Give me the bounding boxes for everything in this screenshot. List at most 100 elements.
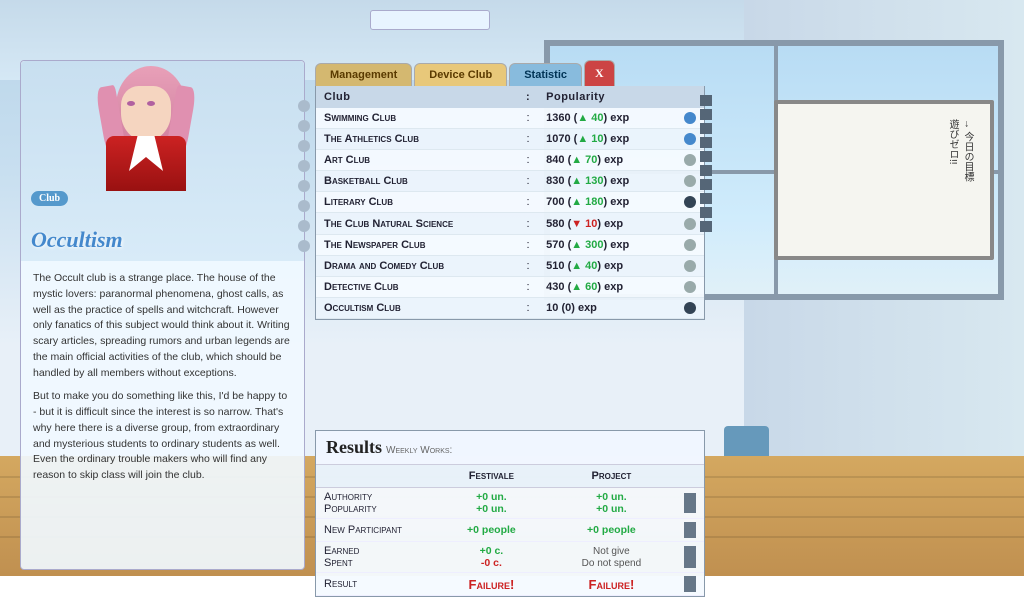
description-text: The Occult club is a strange place. The … — [21, 261, 304, 494]
popularity-cell: 510 (▲ 40) exp — [538, 255, 676, 276]
nav-dot[interactable] — [298, 120, 310, 132]
col-side — [676, 465, 704, 488]
results-header: Results Weekly Works: — [316, 431, 704, 465]
table-row[interactable]: Swimming Club : 1360 (▲ 40) exp — [316, 108, 704, 129]
side-rect — [700, 95, 712, 106]
separator-cell: : — [518, 171, 538, 192]
table-row[interactable]: The Athletics Club : 1070 (▲ 10) exp — [316, 129, 704, 150]
col-header-festivale: Festivale — [436, 465, 547, 488]
separator-cell: : — [518, 234, 538, 255]
project-participant: +0 people — [547, 519, 676, 542]
authority-label: AuthorityPopularity — [316, 488, 436, 519]
table-row[interactable]: Basketball Club : 830 (▲ 130) exp — [316, 171, 704, 192]
dot-cell — [676, 276, 704, 297]
table-row[interactable]: Drama and Comedy Club : 510 (▲ 40) exp — [316, 255, 704, 276]
club-name-cell: Literary Club — [316, 192, 518, 213]
festivale-participant: +0 people — [436, 519, 547, 542]
nav-dot[interactable] — [298, 160, 310, 172]
results-title: Results — [326, 437, 382, 457]
side-rect — [700, 193, 712, 204]
popularity-cell: 430 (▲ 60) exp — [538, 276, 676, 297]
side-rect — [700, 179, 712, 190]
results-row-authority: AuthorityPopularity +0 un. +0 un. +0 un.… — [316, 488, 704, 519]
whiteboard-text: → 今日の目標 遊びゼロ!! — [945, 119, 975, 182]
separator-cell: : — [518, 150, 538, 171]
club-name-cell: Occultism Club — [316, 297, 518, 318]
table-row[interactable]: Detective Club : 430 (▲ 60) exp — [316, 276, 704, 297]
nav-dot[interactable] — [298, 200, 310, 212]
separator-cell: : — [518, 192, 538, 213]
popularity-cell: 580 (▼ 10) exp — [538, 213, 676, 234]
col-header-project: Project — [547, 465, 676, 488]
tab-bar: Management Device Club Statistic X — [315, 60, 705, 86]
results-header-row: Festivale Project — [316, 465, 704, 488]
popularity-cell: 700 (▲ 180) exp — [538, 192, 676, 213]
results-subtitle: Weekly Works: — [386, 445, 452, 456]
col-header-popularity: Popularity — [538, 86, 676, 108]
dot-cell — [676, 234, 704, 255]
club-name-cell: The Newspaper Club — [316, 234, 518, 255]
description-para-1: The Occult club is a strange place. The … — [33, 271, 292, 381]
separator-cell: : — [518, 276, 538, 297]
club-name-cell: Basketball Club — [316, 171, 518, 192]
nav-dot[interactable] — [298, 220, 310, 232]
nav-dot[interactable] — [298, 100, 310, 112]
left-panel: Club Occultism The Occult club is a stra… — [20, 60, 305, 570]
dot-cell — [676, 297, 704, 318]
club-name-cell: The Athletics Club — [316, 129, 518, 150]
nav-dot[interactable] — [298, 180, 310, 192]
popularity-cell: 10 (0) exp — [538, 297, 676, 318]
popularity-cell: 1070 (▲ 10) exp — [538, 129, 676, 150]
col-header-club: Club — [316, 86, 518, 108]
side-rect — [700, 151, 712, 162]
club-name-cell: Swimming Club — [316, 108, 518, 129]
separator-cell: : — [518, 108, 538, 129]
results-row-participant: New Participant +0 people +0 people — [316, 519, 704, 542]
project-authority: +0 un. +0 un. — [547, 488, 676, 519]
tab-device-club[interactable]: Device Club — [414, 63, 507, 86]
club-table: Club : Popularity Swimming Club : 1360 (… — [316, 86, 704, 319]
description-para-2: But to make you do something like this, … — [33, 389, 292, 484]
ceiling-light — [370, 10, 490, 30]
character-name: Occultism — [31, 227, 123, 253]
nav-dot[interactable] — [298, 240, 310, 252]
table-row[interactable]: Literary Club : 700 (▲ 180) exp — [316, 192, 704, 213]
tab-management[interactable]: Management — [315, 63, 412, 86]
tab-statistic[interactable]: Statistic — [509, 63, 582, 86]
side-rect — [700, 207, 712, 218]
side-rect — [700, 137, 712, 148]
results-panel: Results Weekly Works: Festivale Project … — [315, 430, 705, 597]
separator-cell: : — [518, 297, 538, 318]
side-rect — [700, 221, 712, 232]
festivale-earned: +0 c. -0 c. — [436, 542, 547, 573]
tab-close[interactable]: X — [584, 60, 615, 86]
project-earned: Not give Do not spend — [547, 542, 676, 573]
earned-label: EarnedSpent — [316, 542, 436, 573]
separator-cell: : — [518, 213, 538, 234]
popularity-cell: 840 (▲ 70) exp — [538, 150, 676, 171]
table-header-row: Club : Popularity — [316, 86, 704, 108]
character-area: Club Occultism — [21, 61, 304, 261]
main-panel: Management Device Club Statistic X Club … — [315, 60, 705, 320]
side-indicators — [700, 95, 712, 232]
results-table: Festivale Project AuthorityPopularity +0… — [316, 465, 704, 596]
nav-dot[interactable] — [298, 140, 310, 152]
table-row[interactable]: Art Club : 840 (▲ 70) exp — [316, 150, 704, 171]
dot-cell — [676, 255, 704, 276]
table-row[interactable]: The Newspaper Club : 570 (▲ 300) exp — [316, 234, 704, 255]
festivale-authority: +0 un. +0 un. — [436, 488, 547, 519]
side-rect — [700, 123, 712, 134]
club-name-cell: The Club Natural Science — [316, 213, 518, 234]
whiteboard: → 今日の目標 遊びゼロ!! — [774, 100, 994, 260]
separator-cell: : — [518, 255, 538, 276]
separator-cell: : — [518, 129, 538, 150]
club-table-container: Club : Popularity Swimming Club : 1360 (… — [315, 86, 705, 320]
col-sep: : — [518, 86, 538, 108]
club-badge: Club — [31, 191, 68, 206]
table-row[interactable]: Occultism Club : 10 (0) exp — [316, 297, 704, 318]
popularity-cell: 570 (▲ 300) exp — [538, 234, 676, 255]
club-name-cell: Drama and Comedy Club — [316, 255, 518, 276]
table-row[interactable]: The Club Natural Science : 580 (▼ 10) ex… — [316, 213, 704, 234]
participant-label: New Participant — [316, 519, 436, 542]
popularity-cell: 830 (▲ 130) exp — [538, 171, 676, 192]
